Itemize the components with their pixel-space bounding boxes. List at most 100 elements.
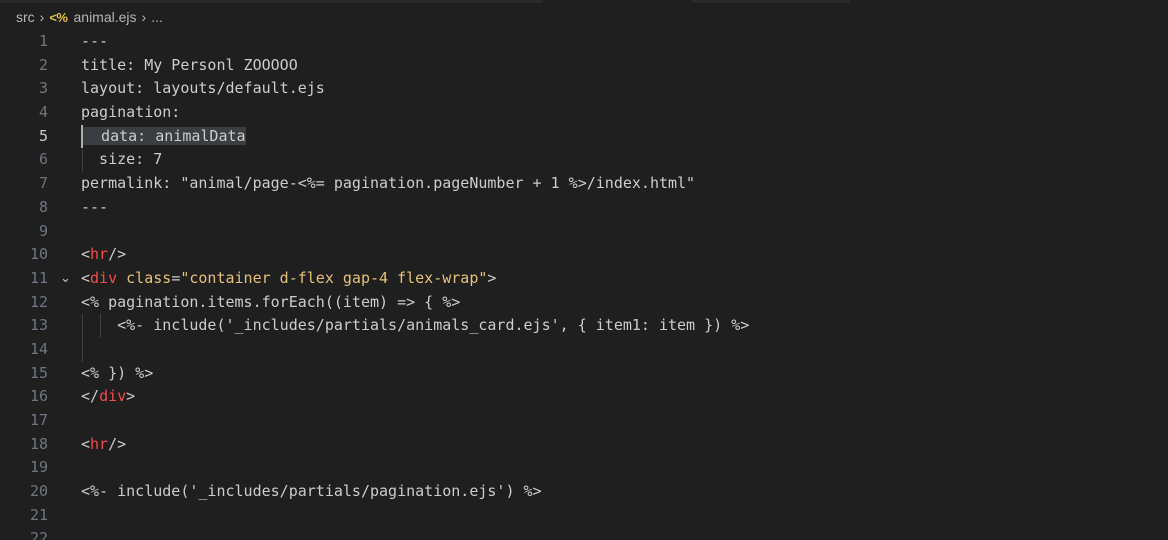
code-line[interactable]: 19 — [0, 456, 1168, 480]
line-number: 18 — [29, 434, 48, 453]
breadcrumb: src › <% animal.ejs › ... — [0, 0, 163, 34]
line-number: 3 — [38, 79, 48, 98]
breadcrumb-file[interactable]: animal.ejs — [74, 9, 137, 25]
code-line[interactable]: 13 <%- include('_includes/partials/anima… — [0, 314, 1168, 338]
code-token: < — [81, 268, 91, 287]
code-token: = — [171, 268, 181, 287]
code-line[interactable]: 5 data: animalData — [0, 124, 1168, 149]
code-line[interactable]: 21 — [0, 504, 1168, 528]
line-number: 12 — [29, 292, 48, 311]
code-text[interactable]: --- — [81, 196, 108, 220]
code-editor[interactable]: src › <% animal.ejs › ... 1 --- 2 title: My… — [0, 0, 1168, 540]
indent-guide — [100, 314, 101, 339]
code-line[interactable]: 20 <%- include('_includes/partials/pagina… — [0, 480, 1168, 504]
code-text[interactable]: title: My Personl ZOOOOO — [81, 54, 298, 78]
code-token: pagination: — [81, 103, 181, 122]
line-number: 17 — [29, 411, 48, 429]
line-number: 10 — [29, 245, 48, 264]
code-text[interactable]: <div class="container d-flex gap-4 flex-… — [81, 267, 496, 291]
code-token: /> — [108, 434, 127, 453]
indent-guide — [82, 314, 83, 362]
code-text[interactable]: <%- include('_includes/partials/paginati… — [81, 480, 542, 504]
code-text[interactable]: layout: layouts/default.ejs — [81, 77, 325, 101]
code-token: </ — [81, 387, 100, 406]
chevron-right-icon: › — [141, 9, 147, 25]
code-line[interactable]: 6 size: 7 — [0, 148, 1168, 172]
code-line[interactable]: 2 title: My Personl ZOOOOO — [0, 54, 1168, 78]
breadcrumb-symbol[interactable]: ... — [151, 9, 163, 25]
line-number: 2 — [38, 55, 48, 74]
line-number: 21 — [29, 505, 48, 524]
code-token: class — [117, 268, 172, 287]
line-number: 16 — [29, 387, 48, 406]
line-number: 15 — [29, 363, 48, 382]
line-number: 8 — [38, 197, 48, 216]
code-text[interactable]: pagination: — [81, 101, 180, 125]
code-line[interactable]: 10 <hr/> — [0, 243, 1168, 267]
indent-guide — [82, 148, 83, 173]
code-token: "container d-flex gap-4 flex-wrap" — [180, 268, 488, 287]
code-token: layout: layouts/default.ejs — [81, 79, 325, 98]
line-number: 20 — [29, 482, 48, 501]
code-token: < — [81, 245, 91, 264]
code-text[interactable]: size: 7 — [81, 148, 162, 172]
code-line[interactable]: 11 ⌄ <div class="container d-flex gap-4 fl… — [0, 267, 1168, 291]
chevron-right-icon: › — [39, 9, 45, 25]
code-line[interactable]: 17 — [0, 409, 1168, 433]
code-line[interactable]: 1 --- — [0, 30, 1168, 54]
code-text[interactable]: <% pagination.items.forEach((item) => { … — [81, 291, 460, 315]
line-number: 5 — [38, 126, 48, 145]
code-text[interactable]: --- — [81, 30, 108, 54]
line-number: 19 — [29, 458, 48, 477]
code-token: data: animalData — [83, 126, 246, 145]
code-line[interactable]: 16 </div> — [0, 385, 1168, 409]
code-token: <%- include('_includes/partials/animals_… — [81, 316, 750, 335]
code-line[interactable]: 12 <% pagination.items.forEach((item) => … — [0, 291, 1168, 315]
line-number: 9 — [38, 221, 48, 240]
code-area[interactable]: 1 --- 2 title: My Personl ZOOOOO 3 layout: la… — [0, 30, 1168, 540]
code-line[interactable]: 15 <% }) %> — [0, 362, 1168, 386]
code-token: title: My Personl ZOOOOO — [81, 55, 298, 74]
code-token: size: 7 — [81, 150, 163, 169]
line-number: 6 — [38, 150, 48, 169]
breadcrumb-folder[interactable]: src — [16, 9, 35, 25]
code-token: <%- include('_includes/partials/paginati… — [81, 482, 542, 501]
code-line[interactable]: 7 permalink: "animal/page-<%= pagination.… — [0, 172, 1168, 196]
line-number: 4 — [38, 103, 48, 122]
code-line[interactable]: 3 layout: layouts/default.ejs — [0, 77, 1168, 101]
code-token: > — [487, 268, 497, 287]
code-token: > — [126, 387, 136, 406]
code-text[interactable]: <%- include('_includes/partials/animals_… — [81, 314, 749, 338]
code-token: permalink: "animal/page-<%= pagination.p… — [81, 174, 696, 193]
line-number: 13 — [29, 316, 48, 335]
code-line[interactable]: 9 — [0, 220, 1168, 244]
code-token: hr — [90, 245, 109, 264]
ejs-file-icon: <% — [49, 9, 68, 25]
code-token: div — [99, 387, 127, 406]
line-number: 11 — [29, 268, 48, 287]
code-token: --- — [81, 197, 109, 216]
line-number: 14 — [29, 339, 48, 358]
code-text[interactable]: </div> — [81, 385, 135, 409]
code-line[interactable]: 8 --- — [0, 196, 1168, 220]
code-line[interactable]: 4 pagination: — [0, 101, 1168, 125]
code-text[interactable]: <hr/> — [81, 243, 126, 267]
code-line[interactable]: 14 — [0, 338, 1168, 362]
line-number: 1 — [38, 32, 48, 50]
code-token: < — [81, 434, 91, 453]
code-token: <% }) %> — [81, 363, 154, 382]
code-token: <% pagination.items.forEach((item) => { … — [81, 292, 461, 311]
code-text[interactable]: <hr/> — [81, 433, 126, 457]
code-token: /> — [108, 245, 127, 264]
code-token: --- — [81, 32, 109, 50]
code-token: hr — [90, 434, 109, 453]
code-line[interactable]: 22 — [0, 527, 1168, 540]
tab-strip-right — [692, 0, 850, 3]
code-token: div — [90, 268, 118, 287]
fold-chevron-down-icon[interactable]: ⌄ — [60, 267, 74, 291]
line-number: 7 — [38, 174, 48, 193]
code-text[interactable]: data: animalData — [81, 124, 246, 149]
code-text[interactable]: <% }) %> — [81, 362, 153, 386]
code-text[interactable]: permalink: "animal/page-<%= pagination.p… — [81, 172, 695, 196]
code-line[interactable]: 18 <hr/> — [0, 433, 1168, 457]
